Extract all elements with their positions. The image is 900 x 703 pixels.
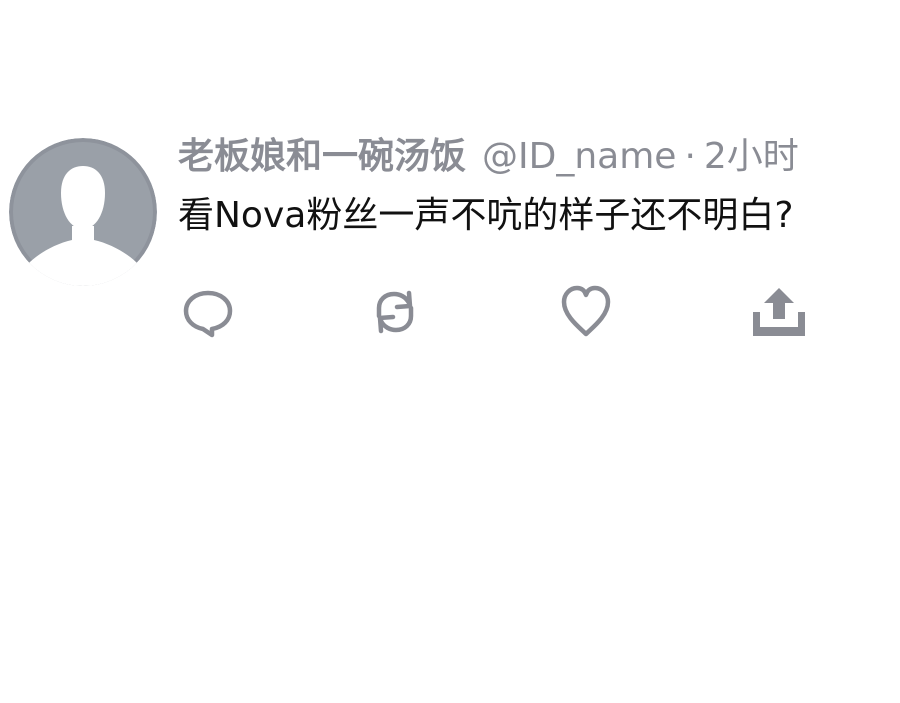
display-name[interactable]: 老板娘和一碗汤饭 <box>178 136 466 177</box>
reply-button[interactable] <box>178 282 238 342</box>
tweet-header: 老板娘和一碗汤饭 @ID_name · 2小时 <box>178 132 799 182</box>
separator-dot: · <box>684 136 696 177</box>
retweet-button[interactable] <box>365 282 425 342</box>
empty-content-area <box>0 463 900 703</box>
tweet-card: 老板娘和一碗汤饭 @ID_name · 2小时 看Nova粉丝一声不吭的样子还不明白? <box>0 0 900 703</box>
like-button[interactable] <box>556 282 616 342</box>
avatar[interactable] <box>9 138 157 286</box>
heart-icon <box>561 285 611 337</box>
default-user-icon <box>9 138 157 286</box>
tweet-text: 看Nova粉丝一声不吭的样子还不明白? <box>178 195 794 236</box>
share-button[interactable] <box>749 282 809 342</box>
comment-bubble-icon <box>183 290 233 338</box>
timestamp[interactable]: 2小时 <box>704 136 799 177</box>
action-bar <box>0 282 900 342</box>
share-upload-icon <box>753 288 805 336</box>
user-handle[interactable]: @ID_name <box>482 136 676 177</box>
retweet-arrows-icon <box>376 290 414 334</box>
